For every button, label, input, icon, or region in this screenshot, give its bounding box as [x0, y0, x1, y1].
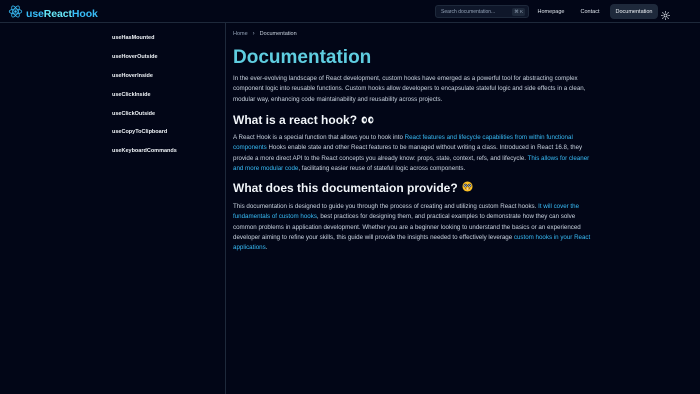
section1-text-3: , facilitating easier reuse of stateful …: [298, 164, 466, 172]
section1-paragraph: A React Hook is a special function that …: [233, 133, 591, 174]
breadcrumb-home[interactable]: Home: [233, 31, 248, 37]
sidebar-item-usehoverinside[interactable]: useHoverInside: [112, 73, 153, 79]
search-shortcut: ⌘ K: [512, 7, 525, 16]
sidebar-item-useclickinside[interactable]: useClickInside: [112, 92, 151, 98]
logo-text: useReactHook: [26, 8, 98, 20]
logo[interactable]: useReactHook: [8, 4, 98, 24]
sun-icon[interactable]: [661, 7, 670, 20]
search-input[interactable]: Search documentation... ⌘ K: [435, 5, 529, 18]
section2-text-3: .: [265, 244, 268, 252]
nerd-face-emoji-icon: [462, 181, 473, 195]
section-heading-documentation-provides: What does this documentaion provide?: [233, 181, 473, 195]
sidebar-item-usehoveroutside[interactable]: useHoverOutside: [112, 54, 158, 60]
section2-paragraph: This documentation is designed to guide …: [233, 202, 591, 253]
sidebar-item-useclickoutside[interactable]: useClickOutside: [112, 111, 155, 117]
section-heading-text: What is a react hook?: [233, 113, 358, 127]
chevron-right-icon: ›: [252, 31, 255, 37]
breadcrumb-current: Documentation: [259, 31, 297, 37]
section-heading-react-hook: What is a react hook?: [233, 113, 374, 127]
logo-prefix: use: [26, 8, 44, 20]
logo-mid: React: [43, 8, 72, 20]
nav-documentation-button[interactable]: Documentation: [610, 4, 658, 19]
sidebar: useHasMounted useHoverOutside useHoverIn…: [0, 23, 226, 394]
sidebar-item-usecopytoclipboard[interactable]: useCopyToClipboard: [112, 129, 167, 135]
logo-suffix: Hook: [71, 8, 98, 20]
nav-homepage-button[interactable]: Homepage: [532, 4, 570, 19]
intro-paragraph: In the ever-evolving landscape of React …: [233, 75, 586, 103]
section-heading-text: What does this documentaion provide?: [233, 181, 458, 195]
sidebar-item-usekeyboardcommands[interactable]: useKeyboardCommands: [112, 148, 177, 154]
section1-text-1: A React Hook is a special function that …: [233, 134, 405, 141]
page-title: Documentation: [233, 47, 372, 68]
sidebar-item-usehasmounted[interactable]: useHasMounted: [112, 35, 154, 41]
search-placeholder: Search documentation...: [441, 8, 496, 15]
breadcrumb: Home › Documentation: [233, 31, 297, 37]
section2-text-1: This documentation is designed to guide …: [233, 203, 539, 210]
top-navbar: useReactHook Search documentation... ⌘ K…: [0, 0, 700, 23]
react-logo-icon: [8, 4, 23, 24]
nav-contact-button[interactable]: Contact: [574, 4, 606, 19]
eyes-emoji-icon: [361, 113, 374, 127]
